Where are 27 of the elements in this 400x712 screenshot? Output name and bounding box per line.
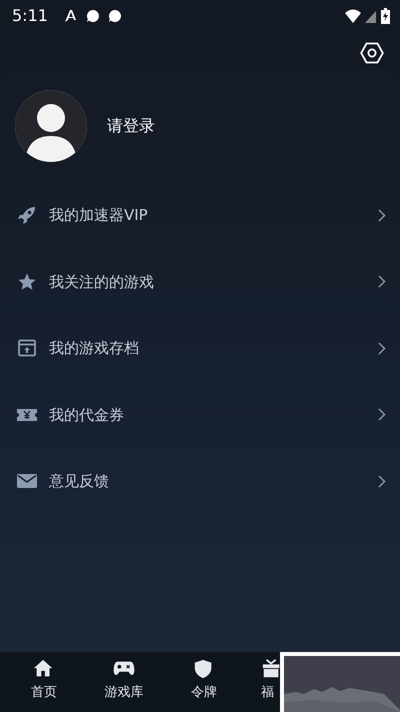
nav-tab[interactable]: 令牌 [164,652,244,702]
nav-tab[interactable]: 首页 [4,652,84,702]
chevron-right-icon [378,275,386,288]
chat-bubble-icon [86,9,100,23]
battery-icon [381,8,390,24]
nav-tab[interactable]: 游戏库 [84,652,164,702]
star-icon [18,272,36,291]
chevron-right-icon [378,474,386,488]
chevron-right-icon [378,208,386,222]
signal-icon [365,9,377,23]
menu-item[interactable]: 我的加速器VIP [0,182,400,248]
archive-icon [18,339,36,358]
rocket-icon [18,206,36,224]
settings-icon[interactable] [360,42,384,64]
menu-item[interactable]: 我关注的的游戏 [0,248,400,315]
mail-icon [17,472,37,490]
login-link[interactable]: 请登录 [107,114,155,138]
menu-item[interactable]: 我的游戏存档 [0,315,400,382]
menu-item[interactable]: 意见反馈 [0,448,400,514]
chevron-right-icon [378,342,386,355]
status-time: 5:11 [12,5,48,27]
notification-icon [64,9,78,23]
wifi-icon [345,9,361,23]
chat-bubble-icon [108,9,122,23]
menu-item[interactable]: 我的代金券 [0,382,400,448]
chevron-right-icon [378,408,386,422]
nav-tab[interactable]: 福 [244,652,284,702]
